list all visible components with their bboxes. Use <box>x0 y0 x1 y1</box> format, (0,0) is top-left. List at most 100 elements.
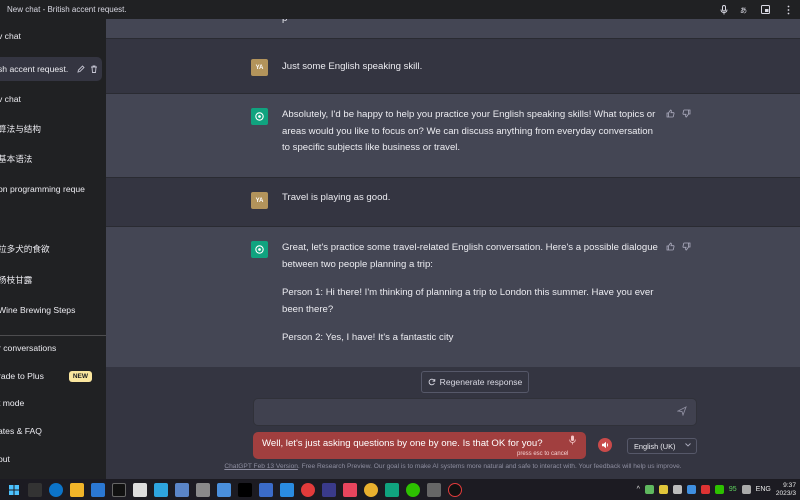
mic-icon[interactable] <box>569 435 576 447</box>
sidebar-item-label: 算法与结构 <box>0 124 41 134</box>
message-text: Just some English speaking skill. <box>282 61 423 72</box>
sidebar-item-chat[interactable]: v chat <box>0 87 102 111</box>
chrome-icon[interactable] <box>364 482 378 497</box>
chevron-down-icon <box>685 443 691 449</box>
mail-icon[interactable] <box>91 482 105 497</box>
clock-time: 9:37 <box>783 481 796 489</box>
app-icon[interactable] <box>427 482 441 497</box>
message-user: YA Travel is playing as good. <box>106 178 800 227</box>
translate-icon[interactable]: あ <box>734 0 755 19</box>
app-icon[interactable] <box>133 482 147 497</box>
message-paragraph: Absolutely, I'd be happy to help you pra… <box>282 109 656 153</box>
wechat-icon[interactable] <box>406 482 420 497</box>
app-icon[interactable] <box>280 482 294 497</box>
sidebar-item-label: r conversations <box>0 343 57 353</box>
wifi-icon[interactable] <box>741 485 751 494</box>
task-view-icon[interactable] <box>28 482 42 497</box>
sidebar-item-chat[interactable]: 基本语法 <box>0 147 102 171</box>
sidebar-item-label: sh accent request. <box>0 64 69 74</box>
speaker-icon[interactable] <box>598 438 612 452</box>
message-paragraph: Great, let's practice some travel-relate… <box>282 242 658 270</box>
sidebar-clear-conversations[interactable]: r conversations <box>0 336 102 360</box>
sidebar-item-label: on programming reque <box>0 184 85 194</box>
clock[interactable]: 9:37 2023/3 <box>776 482 796 498</box>
sidebar-new-chat[interactable]: v chat <box>0 24 102 48</box>
picture-in-picture-icon[interactable] <box>755 0 776 19</box>
app-icon[interactable] <box>301 482 315 497</box>
trash-icon[interactable] <box>90 65 98 73</box>
chat-main: p YA Just some English speaking skill. A… <box>106 19 800 479</box>
tray-icon[interactable] <box>714 485 724 494</box>
user-avatar: YA <box>251 192 268 209</box>
sidebar-item-chat[interactable]: 算法与结构 <box>0 117 102 141</box>
sidebar-item-label: 基本语法 <box>0 154 33 164</box>
thumbs-down-icon[interactable] <box>682 242 691 253</box>
windows-start-icon[interactable] <box>7 483 21 497</box>
message-user: YA Just some English speaking skill. <box>106 39 800 94</box>
sidebar-item-current-chat[interactable]: sh accent request. <box>0 57 102 81</box>
sidebar: v chat sh accent request. v chat 算法与结构 基… <box>0 19 106 479</box>
svg-text:あ: あ <box>740 7 747 15</box>
send-icon[interactable] <box>676 406 687 419</box>
tray-icon[interactable] <box>700 485 710 494</box>
message-assistant: Great, let's practice some travel-relate… <box>106 227 800 367</box>
window-titlebar: New chat - British accent request. あ <box>0 0 800 19</box>
app-icon[interactable] <box>196 482 210 497</box>
version-link[interactable]: ChatGPT Feb 13 Version <box>224 463 298 470</box>
app-icon[interactable] <box>259 482 273 497</box>
app-icon[interactable] <box>175 482 189 497</box>
file-explorer-icon[interactable] <box>70 482 84 497</box>
sidebar-item-label: t mode <box>0 398 25 408</box>
sidebar-item-chat[interactable]: 拉多犬的食欲 <box>0 237 102 261</box>
app-icon[interactable] <box>154 482 168 497</box>
chatgpt-app-icon[interactable] <box>385 482 399 497</box>
language-select[interactable]: English (UK) <box>627 438 697 454</box>
voice-hint: press esc to cancel <box>517 451 569 457</box>
edit-icon[interactable] <box>77 65 85 73</box>
user-avatar: YA <box>251 59 268 76</box>
thumbs-up-icon[interactable] <box>666 242 675 253</box>
thumbs-up-icon[interactable] <box>666 109 675 120</box>
regenerate-button[interactable]: Regenerate response <box>421 371 529 393</box>
tray-icon[interactable] <box>644 485 654 494</box>
footer-disclaimer: ChatGPT Feb 13 Version. Free Research Pr… <box>106 463 800 470</box>
mic-icon[interactable] <box>713 0 734 19</box>
sidebar-item-label: 杨枝甘露 <box>0 275 33 285</box>
app-icon[interactable] <box>217 482 231 497</box>
sidebar-item-chat[interactable]: 杨枝甘露 <box>0 268 102 292</box>
sidebar-upgrade-plus[interactable]: rade to Plus NEW <box>0 364 102 388</box>
message-assistant: Absolutely, I'd be happy to help you pra… <box>106 94 800 178</box>
thumbs-down-icon[interactable] <box>682 109 691 120</box>
sidebar-item-label: rade to Plus <box>0 371 44 381</box>
system-tray: ^ 95 ENG 9:37 2023/3 <box>637 479 800 500</box>
app-icon[interactable] <box>448 482 462 497</box>
chevron-up-icon[interactable]: ^ <box>637 486 640 493</box>
refresh-icon <box>428 378 435 386</box>
tray-icon[interactable] <box>686 485 696 494</box>
sidebar-item-label: 拉多犬的食欲 <box>0 244 50 254</box>
gpt-logo-icon <box>251 108 268 125</box>
sidebar-updates-faq[interactable]: ates & FAQ <box>0 419 102 443</box>
more-icon[interactable] <box>776 0 800 19</box>
footer-text: . Free Research Preview. Our goal is to … <box>297 463 682 470</box>
voice-transcript-bubble: Well, let's just asking questions by one… <box>253 432 586 459</box>
tray-icon[interactable] <box>672 485 682 494</box>
window-title: New chat - British accent request. <box>7 5 127 14</box>
edge-icon[interactable] <box>49 482 63 497</box>
sidebar-theme-mode[interactable]: t mode <box>0 391 102 415</box>
music-icon[interactable] <box>343 482 357 497</box>
input-language[interactable]: ENG <box>756 486 771 493</box>
voice-transcript-text: Well, let's just asking questions by one… <box>262 438 543 449</box>
sidebar-item-chat[interactable]: Wine Brewing Steps <box>0 298 102 322</box>
sidebar-item-label: v chat <box>0 94 21 104</box>
sidebar-item-label: ates & FAQ <box>0 426 42 436</box>
sidebar-logout[interactable]: out <box>0 447 102 471</box>
sidebar-item-chat[interactable]: on programming reque <box>0 177 102 201</box>
prompt-input[interactable] <box>253 398 697 426</box>
app-icon[interactable] <box>112 482 126 497</box>
app-icon[interactable] <box>322 482 336 497</box>
tiktok-icon[interactable] <box>238 482 252 497</box>
message-text: p <box>282 19 662 28</box>
message-paragraph: Person 1: Hi there! I'm thinking of plan… <box>282 287 654 315</box>
tray-icon[interactable] <box>658 485 668 494</box>
